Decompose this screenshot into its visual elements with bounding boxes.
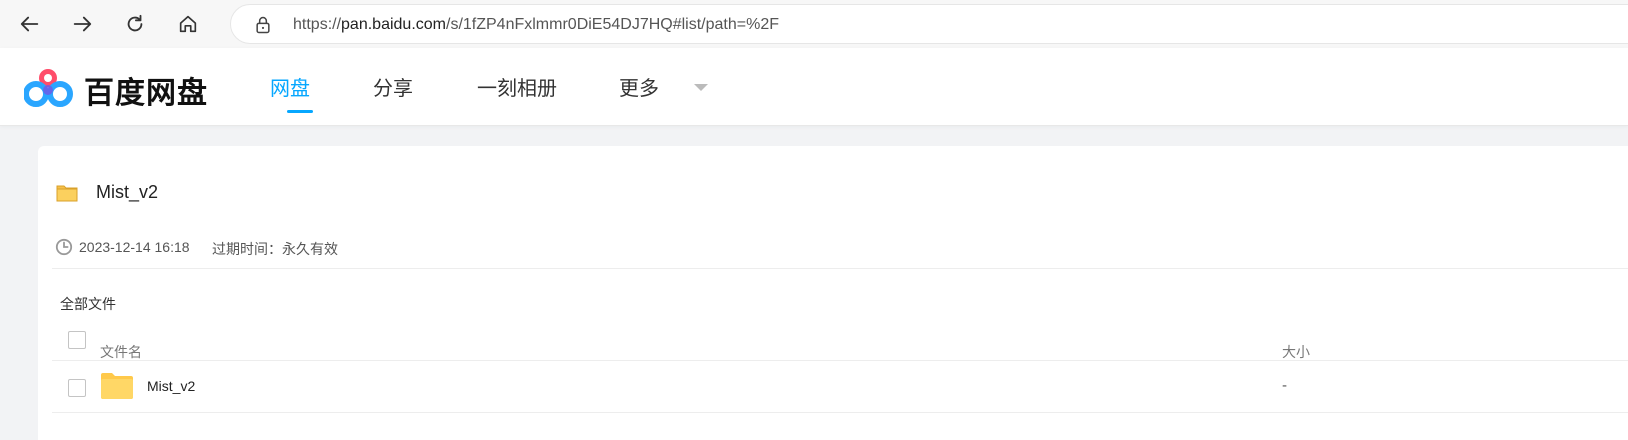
active-tab-indicator (287, 110, 313, 113)
app-header: 百度网盘 网盘 分享 一刻相册 更多 (0, 48, 1628, 126)
file-name[interactable]: Mist_v2 (147, 378, 195, 394)
baidu-netdisk-logo[interactable] (24, 66, 74, 108)
divider (52, 412, 1628, 413)
reload-button[interactable] (117, 6, 153, 42)
folder-icon (56, 185, 78, 202)
tab-more[interactable]: 更多 (619, 72, 659, 101)
row-checkbox[interactable] (68, 379, 86, 397)
reload-icon (127, 14, 143, 32)
url-domain: pan.baidu.com (341, 16, 446, 33)
logo-text: 百度网盘 (84, 76, 208, 111)
back-button[interactable] (12, 6, 48, 42)
url-text: https://pan.baidu.com/s/1fZP4nFxlmmr0DiE… (293, 16, 779, 34)
tab-share[interactable]: 分享 (373, 72, 413, 101)
arrow-left-icon (20, 16, 39, 32)
tab-netdisk[interactable]: 网盘 (270, 72, 310, 101)
address-bar[interactable]: https://pan.baidu.com/s/1fZP4nFxlmmr0DiE… (230, 4, 1628, 44)
forward-button[interactable] (64, 6, 100, 42)
divider (52, 268, 1628, 269)
file-size: - (1282, 378, 1288, 394)
breadcrumb[interactable]: 全部文件 (60, 294, 116, 314)
home-button[interactable] (170, 6, 206, 42)
caret-down-icon[interactable] (694, 84, 708, 91)
tab-album[interactable]: 一刻相册 (477, 72, 557, 101)
url-path: /s/1fZP4nFxlmmr0DiE54DJ7HQ#list/path=%2F (446, 16, 779, 33)
column-header-size[interactable]: 大小 (1282, 342, 1310, 362)
folder-icon (101, 373, 133, 399)
share-date: 2023-12-14 16:18 (79, 239, 190, 255)
arrow-right-icon (73, 16, 92, 32)
column-header-name[interactable]: 文件名 (100, 342, 142, 362)
home-icon (179, 15, 197, 33)
lock-icon (256, 16, 270, 34)
share-panel: Mist_v2 2023-12-14 16:18 过期时间：永久有效 全部文件 … (38, 146, 1628, 440)
clock-icon (55, 238, 73, 256)
browser-toolbar: https://pan.baidu.com/s/1fZP4nFxlmmr0DiE… (0, 0, 1628, 48)
divider (52, 360, 1628, 361)
select-all-checkbox[interactable] (68, 331, 86, 349)
url-prefix: https:// (293, 16, 342, 33)
expiry-label: 过期时间：永久有效 (212, 241, 338, 257)
share-title: Mist_v2 (96, 182, 159, 202)
